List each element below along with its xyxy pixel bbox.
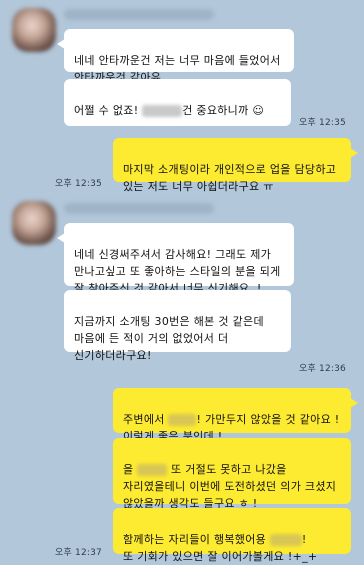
- message-text: 을: [123, 463, 138, 476]
- message-bubble-in[interactable]: 어쩔 수 없죠! 건 중요하니까 ☺: [64, 79, 291, 126]
- message-timestamp: 오후 12:35: [299, 118, 346, 128]
- message-timestamp: 오후 12:36: [299, 364, 346, 374]
- message-bubble-out[interactable]: 주변에서 ! 가만두지 않았을 것 같아요 ! 이렇게 좋은 분인데 !: [113, 388, 358, 443]
- redacted-text: [137, 464, 168, 476]
- message-text: 네네 신경써주셔서 감사해요! 그래도 제가 만나고싶고 또 좋아하는 스타일의…: [74, 248, 281, 295]
- redacted-text: [142, 105, 183, 117]
- redacted-text: [269, 534, 302, 546]
- sender-avatar[interactable]: [12, 8, 56, 52]
- redacted-text: [168, 414, 197, 426]
- message-text: 마지막 소개팅이라 개인적으로 업을 담당하고 있는 저도 너무 아쉽더라구요 …: [123, 163, 337, 193]
- message-text: 건 중요하니까 ☺: [182, 104, 265, 117]
- message-timestamp: 오후 12:37: [55, 548, 102, 558]
- message-timestamp: 오후 12:35: [55, 179, 102, 189]
- message-bubble-out[interactable]: 함께하는 자리들이 행복했어용 ! 또 기회가 있으면 잘 이어가볼게요 !+_…: [113, 508, 351, 563]
- message-bubble-in[interactable]: 네네 신경써주셔서 감사해요! 그래도 제가 만나고싶고 또 좋아하는 스타일의…: [57, 223, 294, 295]
- message-text: 함께하는 자리들이 행복했어용: [123, 533, 270, 546]
- sender-name: [64, 203, 214, 214]
- message-bubble-out[interactable]: 을 또 거절도 못하고 나갔을 자리였을테니 이번에 도전하셨던 의가 크셨지 …: [113, 438, 351, 510]
- message-bubble-out[interactable]: 마지막 소개팅이라 개인적으로 업을 담당하고 있는 저도 너무 아쉽더라구요 …: [113, 138, 358, 193]
- message-text: 지금까지 소개팅 30번은 해본 것 같은데 마음에 든 적이 거의 없었어서 …: [74, 315, 264, 362]
- message-bubble-in[interactable]: 네네 안타까운건 저는 너무 마음에 들었어서 안타까운것 같아유: [57, 29, 294, 84]
- message-text: 주변에서: [123, 413, 169, 426]
- sender-avatar[interactable]: [12, 201, 56, 245]
- message-text: 어쩔 수 없죠!: [74, 104, 143, 117]
- message-bubble-in[interactable]: 지금까지 소개팅 30번은 해본 것 같은데 마음에 든 적이 거의 없었어서 …: [64, 290, 291, 362]
- sender-name: [64, 9, 214, 20]
